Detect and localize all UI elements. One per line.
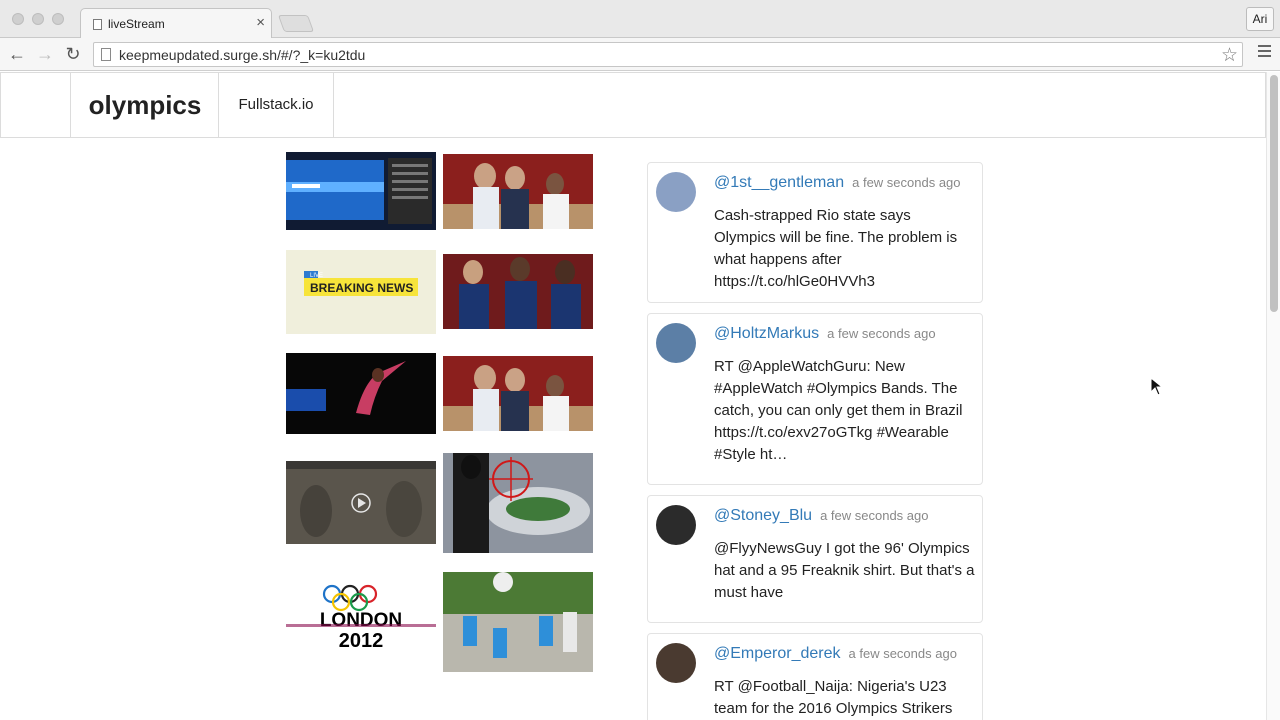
browser-menu-icon[interactable] (1258, 45, 1271, 59)
scrollbar-thumb[interactable] (1270, 75, 1278, 312)
tab-title: liveStream (108, 17, 165, 31)
tweet-card: @1st__gentleman a few seconds ago Cash-st… (647, 162, 983, 303)
media-thumb-kids-basketball[interactable] (443, 572, 593, 672)
avatar[interactable] (656, 172, 696, 212)
page-icon (93, 19, 102, 30)
media-thumb-usa-coach-2[interactable] (443, 356, 593, 431)
media-thumb-breaking-news[interactable]: LIVE BREAKING NEWS (286, 250, 436, 334)
nav-link-fullstack[interactable]: Fullstack.io (218, 73, 334, 137)
page-scrollbar[interactable] (1266, 72, 1280, 720)
tweet-text: RT @AppleWatchGuru: New #AppleWatch #Oly… (714, 358, 963, 463)
tweet-card: @Emperor_derek a few seconds ago RT @Foot… (647, 633, 983, 720)
page-icon (101, 48, 111, 61)
tweet-handle[interactable]: @HoltzMarkus (714, 325, 819, 342)
media-thumb-stadium-target[interactable] (443, 453, 593, 553)
live-label: LIVE (310, 273, 323, 279)
tweet-time: a few seconds ago (852, 175, 961, 190)
tweet-text: RT @Football_Naija: Nigeria's U23 team f… (714, 678, 953, 717)
forward-icon[interactable]: → (35, 43, 55, 65)
tweet-text: @FlyyNewsGuy I got the 96' Olympics hat … (714, 540, 975, 601)
tweet-text: Cash-strapped Rio state says Olympics wi… (714, 207, 958, 290)
avatar[interactable] (656, 505, 696, 545)
tweet-handle[interactable]: @1st__gentleman (714, 174, 844, 191)
reload-icon[interactable]: ↻ (63, 43, 83, 65)
window-close-button[interactable] (12, 13, 24, 25)
tweet-time: a few seconds ago (827, 326, 936, 341)
window-minimize-button[interactable] (32, 13, 44, 25)
media-thumb-usa-coach[interactable] (443, 154, 593, 229)
profile-button[interactable]: Ari (1246, 7, 1274, 31)
media-thumb-video[interactable] (286, 461, 436, 544)
tweet-time: a few seconds ago (848, 646, 957, 661)
window-zoom-button[interactable] (52, 13, 64, 25)
url-text[interactable]: keepmeupdated.surge.sh/#/?_k=ku2tdu (119, 47, 365, 63)
london-logo-line2: 2012 (339, 630, 384, 652)
london-logo-line1: LONDON (320, 610, 402, 631)
mouse-cursor-icon (1150, 377, 1164, 396)
avatar[interactable] (656, 323, 696, 363)
bookmark-star-icon[interactable]: ☆ (1221, 44, 1238, 67)
media-thumb-swimming[interactable] (286, 152, 436, 230)
tweet-card: @Stoney_Blu a few seconds ago @FlyyNewsGu… (647, 495, 983, 623)
tweet-time: a few seconds ago (820, 508, 929, 523)
new-tab-button[interactable] (277, 15, 315, 32)
back-icon[interactable]: ← (7, 43, 27, 65)
browser-tab-strip: liveStream × Ari (0, 0, 1280, 39)
brand[interactable]: olympics (70, 73, 219, 137)
media-thumb-london-2012[interactable]: LONDON 2012 (286, 578, 436, 658)
avatar[interactable] (656, 643, 696, 683)
media-thumb-usa-players[interactable] (443, 254, 593, 329)
address-bar[interactable]: keepmeupdated.surge.sh/#/?_k=ku2tdu ☆ (93, 42, 1243, 67)
site-navbar: olympics Fullstack.io (0, 72, 1266, 138)
browser-toolbar: ← → ↻ keepmeupdated.surge.sh/#/?_k=ku2td… (0, 38, 1280, 71)
tweet-card: @HoltzMarkus a few seconds ago RT @AppleW… (647, 313, 983, 485)
tab-close-icon[interactable]: × (256, 15, 265, 31)
breaking-news-label: BREAKING NEWS (310, 281, 413, 295)
tweet-handle[interactable]: @Emperor_derek (714, 645, 841, 662)
browser-tab[interactable]: liveStream × (80, 8, 272, 39)
media-thumb-gymnast[interactable] (286, 353, 436, 434)
tweet-handle[interactable]: @Stoney_Blu (714, 507, 812, 524)
page-viewport: olympics Fullstack.io LIVE BREAKING NEWS… (0, 72, 1266, 720)
